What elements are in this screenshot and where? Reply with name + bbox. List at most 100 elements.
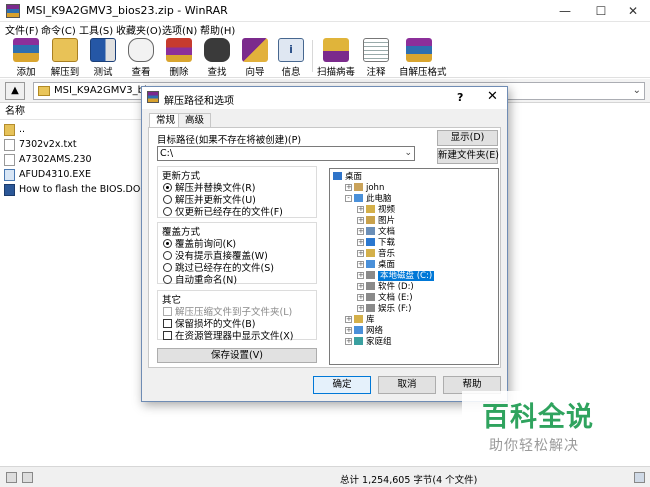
checkbox-icon [163,307,172,316]
expand-icon[interactable]: + [345,327,352,334]
chevron-down-icon[interactable]: ⌄ [404,147,412,160]
expand-icon[interactable]: + [345,184,352,191]
find-button[interactable]: 查找 [197,38,237,78]
menu-file[interactable]: 文件(F) [5,22,39,37]
winrar-app-icon [6,4,20,18]
show-button[interactable]: 显示(D) [437,130,498,146]
folder-icon [333,172,342,180]
up-arrow-icon: ▲ [11,85,19,96]
expand-icon[interactable]: + [357,305,364,312]
tree-node[interactable]: - 此电脑 [345,194,392,205]
cancel-button[interactable]: 取消 [378,376,436,394]
radio-icon [163,251,172,260]
destination-path-value: C:\ [160,148,174,159]
maximize-button[interactable]: ☐ [584,0,618,22]
menu-bar: 文件(F) 命令(C) 工具(S) 收藏夹(O) 选项(N) 帮助(H) [0,22,650,37]
sfx-button[interactable]: 自解压格式 [399,38,447,78]
tree-node[interactable]: + 视频 [357,205,395,216]
file-icon [4,153,15,166]
key-icon [22,472,33,483]
expand-icon[interactable]: + [357,239,364,246]
file-name: .. [19,124,26,135]
menu-favorites[interactable]: 收藏夹(O) [116,22,162,37]
expand-icon[interactable]: + [357,261,364,268]
up-folder-button[interactable]: ▲ [5,82,25,100]
tree-node[interactable]: + 本地磁盘 (C:) [357,271,435,282]
menu-options[interactable]: 选项(N) [162,22,197,37]
tree-node[interactable]: + 娱乐 (F:) [357,304,411,315]
folder-tree[interactable]: 桌面 + john - 此电脑 + 视频 + 图片 + 文档 + 下载 + 音乐 + 桌面 + 本地磁盘 (C:) +… [329,168,499,365]
dialog-close-icon[interactable]: ✕ [487,89,498,104]
file-name: 7302v2x.txt [19,139,77,150]
tree-node[interactable]: + 文档 (E:) [357,293,413,304]
tree-node[interactable]: + 桌面 [357,260,395,271]
extract-folder-icon [52,38,78,62]
folder-icon [366,293,375,301]
dialog-help-icon[interactable]: ? [457,91,463,104]
tree-node[interactable]: + 下载 [357,238,395,249]
file-row[interactable]: A7302AMS.230 [4,152,92,167]
close-window-button[interactable]: ✕ [616,0,650,22]
view-label: 查看 [131,67,151,78]
tree-node[interactable]: + 网络 [345,326,383,337]
scan-virus-button[interactable]: 扫描病毒 [316,38,356,78]
expand-icon[interactable]: + [345,316,352,323]
tree-node[interactable]: + 文档 [357,227,395,238]
folder-icon [366,304,375,312]
save-settings-button[interactable]: 保存设置(V) [157,348,317,363]
new-folder-button[interactable]: 新建文件夹(E) [437,148,499,164]
watermark: 百科全说 助你轻松解决 [462,391,630,466]
checkbox-show-in-explorer[interactable]: 在资源管理器中显示文件(X) [163,328,293,342]
ok-button[interactable]: 确定 [313,376,371,394]
tab-advanced[interactable]: 高级 [178,113,212,128]
menu-tools[interactable]: 工具(S) [79,22,113,37]
minimize-button[interactable]: — [548,0,582,22]
test-button[interactable]: 测试 [83,38,123,78]
tree-node[interactable]: + 家庭组 [345,337,392,348]
menu-commands[interactable]: 命令(C) [41,22,76,37]
overwrite-mode-group: 覆盖方式 覆盖前询问(K) 没有提示直接覆盖(W) 跳过已经存在的文件(S) 自… [157,222,317,286]
radio-icon [163,239,172,248]
tree-node[interactable]: + 库 [345,315,375,326]
collapse-icon[interactable]: - [345,195,352,202]
tree-node[interactable]: 桌面 [333,172,362,183]
status-text: 总计 1,254,605 字节(4 个文件) [340,475,478,486]
chevron-down-icon[interactable]: ⌄ [633,85,641,96]
tree-node[interactable]: + john [345,183,384,194]
info-button[interactable]: i 信息 [271,38,311,78]
tree-node-label: 桌面 [378,260,396,270]
destination-path-input[interactable]: C:\ ⌄ [157,146,415,161]
tree-node-label: 此电脑 [366,194,392,204]
wizard-button[interactable]: 向导 [235,38,275,78]
expand-icon[interactable]: + [357,272,364,279]
expand-icon[interactable]: + [357,228,364,235]
file-row[interactable]: AFUD4310.EXE [4,167,91,182]
radio-auto-rename[interactable]: 自动重命名(N) [163,272,237,286]
file-name: AFUD4310.EXE [19,169,91,180]
expand-icon[interactable]: + [345,338,352,345]
delete-button[interactable]: 删除 [159,38,199,78]
file-row-parent[interactable]: .. [4,122,25,137]
view-glasses-icon [128,38,154,62]
extract-to-button[interactable]: 解压到 [45,38,85,78]
radio-fresh-existing[interactable]: 仅更新已经存在的文件(F) [163,204,283,218]
comment-button[interactable]: 注释 [356,38,396,78]
expand-icon[interactable]: + [357,294,364,301]
view-button[interactable]: 查看 [121,38,161,78]
tree-node[interactable]: + 音乐 [357,249,395,260]
file-row[interactable]: 7302v2x.txt [4,137,77,152]
comment-icon [363,38,389,62]
menu-help[interactable]: 帮助(H) [200,22,235,37]
expand-icon[interactable]: + [357,283,364,290]
general-tab-page: 目标路径(如果不存在将被创建)(P) C:\ ⌄ 显示(D) 新建文件夹(E) … [148,127,501,368]
tree-node[interactable]: + 图片 [357,216,395,227]
expand-icon[interactable]: + [357,250,364,257]
expand-icon[interactable]: + [357,206,364,213]
file-row[interactable]: How to flash the BIOS.DOC [4,182,147,197]
tree-node[interactable]: + 软件 (D:) [357,282,414,293]
column-header-name[interactable]: 名称 [0,104,142,120]
toolbar-separator [312,40,313,72]
folder-icon [354,183,363,191]
add-button[interactable]: 添加 [6,38,46,78]
expand-icon[interactable]: + [357,217,364,224]
